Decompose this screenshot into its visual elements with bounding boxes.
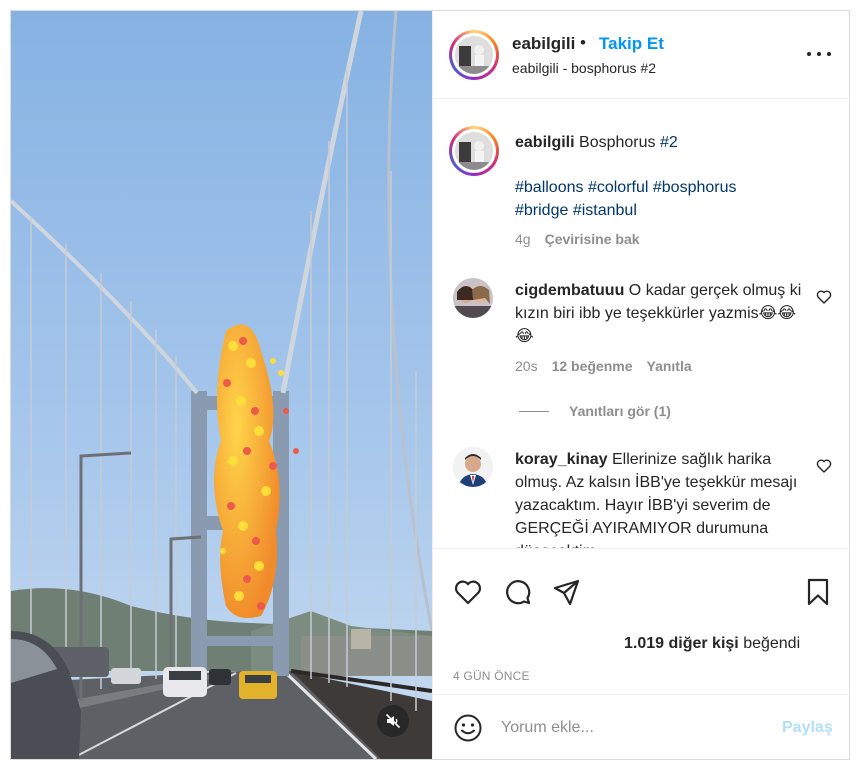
author-username[interactable]: eabilgili: [512, 34, 575, 54]
follow-button[interactable]: Takip Et: [599, 34, 664, 54]
bookmark-icon[interactable]: [803, 577, 833, 607]
commenter-photo: [453, 278, 493, 318]
hashtag-link[interactable]: #2: [660, 134, 678, 151]
post-location[interactable]: eabilgili - bosphorus #2: [512, 60, 656, 76]
caption-author-avatar[interactable]: [449, 126, 499, 176]
reply-button[interactable]: Yanıtla: [647, 358, 692, 374]
comment-likes[interactable]: 12 beğenme: [552, 358, 633, 374]
comment-text: koray_kinay Ellerinize sağlık harika olm…: [515, 448, 805, 548]
likes-count: 1.019 diğer kişi: [624, 635, 739, 652]
post-time[interactable]: 4 GÜN ÖNCE: [453, 669, 530, 683]
mute-button[interactable]: [377, 705, 409, 737]
commenter-photo: [453, 447, 493, 487]
caption-text: eabilgili Bosphorus #2: [515, 131, 805, 154]
post-details-panel: eabilgili • Takip Et eabilgili - bosphor…: [432, 11, 851, 759]
likes-summary[interactable]: 1.019 diğer kişi beğendi: [624, 635, 800, 653]
post-comment-button[interactable]: Paylaş: [782, 719, 833, 737]
post-header: eabilgili • Takip Et eabilgili - bosphor…: [433, 11, 851, 99]
commenter-avatar[interactable]: [453, 278, 493, 318]
comment-time: 20s: [515, 358, 538, 374]
view-replies-button[interactable]: Yanıtları gör (1): [519, 403, 671, 419]
hashtags-line[interactable]: #balloons #colorful #bosphorus: [515, 176, 805, 199]
add-comment-bar: Paylaş: [433, 694, 851, 759]
comment-input[interactable]: [501, 715, 751, 741]
comment-icon[interactable]: [503, 577, 533, 607]
separator-dot: •: [580, 33, 586, 52]
speaker-muted-icon: [385, 713, 401, 729]
author-photo: [455, 36, 493, 74]
caption-hashtags: #balloons #colorful #bosphorus #bridge #…: [515, 176, 805, 222]
post-video[interactable]: [11, 11, 432, 759]
author-avatar[interactable]: [449, 30, 499, 80]
bridge-video-frame: [11, 11, 432, 759]
caption-username[interactable]: eabilgili: [515, 134, 575, 151]
caption-title: Bosphorus: [579, 134, 656, 151]
comment-meta: 20s 12 beğenme Yanıtla: [515, 358, 692, 374]
comments-list: eabilgili Bosphorus #2 #balloons #colorf…: [433, 100, 851, 548]
caption-time: 4g: [515, 231, 531, 247]
comment-username[interactable]: koray_kinay: [515, 451, 608, 468]
comment-text: cigdembatuuu O kadar gerçek olmuş ki kız…: [515, 279, 805, 348]
more-options-icon[interactable]: [807, 46, 831, 62]
replies-divider: [519, 410, 549, 412]
caption-meta: 4g Çevirisine bak: [515, 231, 640, 247]
share-icon[interactable]: [552, 577, 582, 607]
translate-button[interactable]: Çevirisine bak: [545, 231, 640, 247]
commenter-avatar[interactable]: [453, 447, 493, 487]
view-replies-label: Yanıtları gör (1): [569, 403, 671, 419]
like-comment-heart-icon[interactable]: [816, 289, 832, 305]
likes-suffix: beğendi: [743, 635, 801, 652]
post-dialog: eabilgili • Takip Et eabilgili - bosphor…: [10, 10, 851, 760]
heart-icon[interactable]: [453, 577, 483, 607]
emoji-icon[interactable]: [453, 713, 483, 743]
caption-author-photo: [455, 132, 493, 170]
like-comment-heart-icon[interactable]: [816, 458, 832, 474]
hashtags-line[interactable]: #bridge #istanbul: [515, 199, 805, 222]
comment-username[interactable]: cigdembatuuu: [515, 282, 624, 299]
